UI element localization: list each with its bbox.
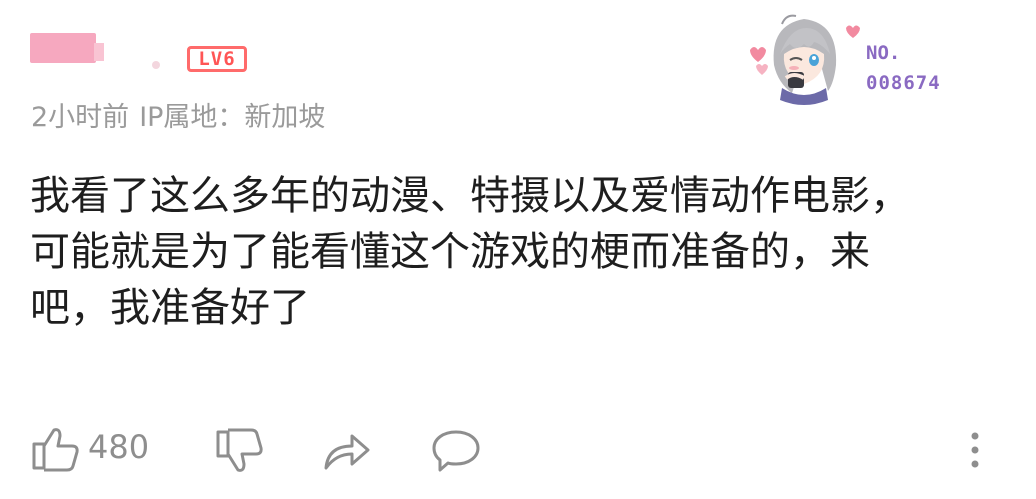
badge-number: 008674 (866, 72, 941, 94)
redaction-dot (152, 61, 160, 69)
anime-avatar-icon (750, 14, 860, 105)
action-bar: 480 (0, 420, 1036, 480)
more-icon[interactable] (968, 430, 982, 470)
fan-badge[interactable]: NO. 008674 (742, 10, 992, 110)
comment-meta: 2小时前 IP属地：新加坡 (31, 95, 335, 134)
like-count: 480 (88, 428, 150, 466)
ip-location: IP属地：新加坡 (139, 102, 326, 133)
comment-icon[interactable] (430, 428, 482, 474)
thumbs-down-icon[interactable] (214, 428, 264, 476)
username-redacted-edge (94, 43, 104, 61)
username-redacted[interactable] (30, 33, 104, 63)
badge-label: NO. (866, 42, 901, 64)
share-icon[interactable] (322, 430, 372, 472)
comment-time: 2小时前 (31, 102, 130, 133)
level-badge: LV6 (187, 46, 247, 72)
comment-text: 我看了这么多年的动漫、特摄以及爱情动作电影，可能就是为了能看懂这个游戏的梗而准备… (30, 173, 910, 331)
thumbs-up-icon[interactable] (30, 424, 82, 472)
